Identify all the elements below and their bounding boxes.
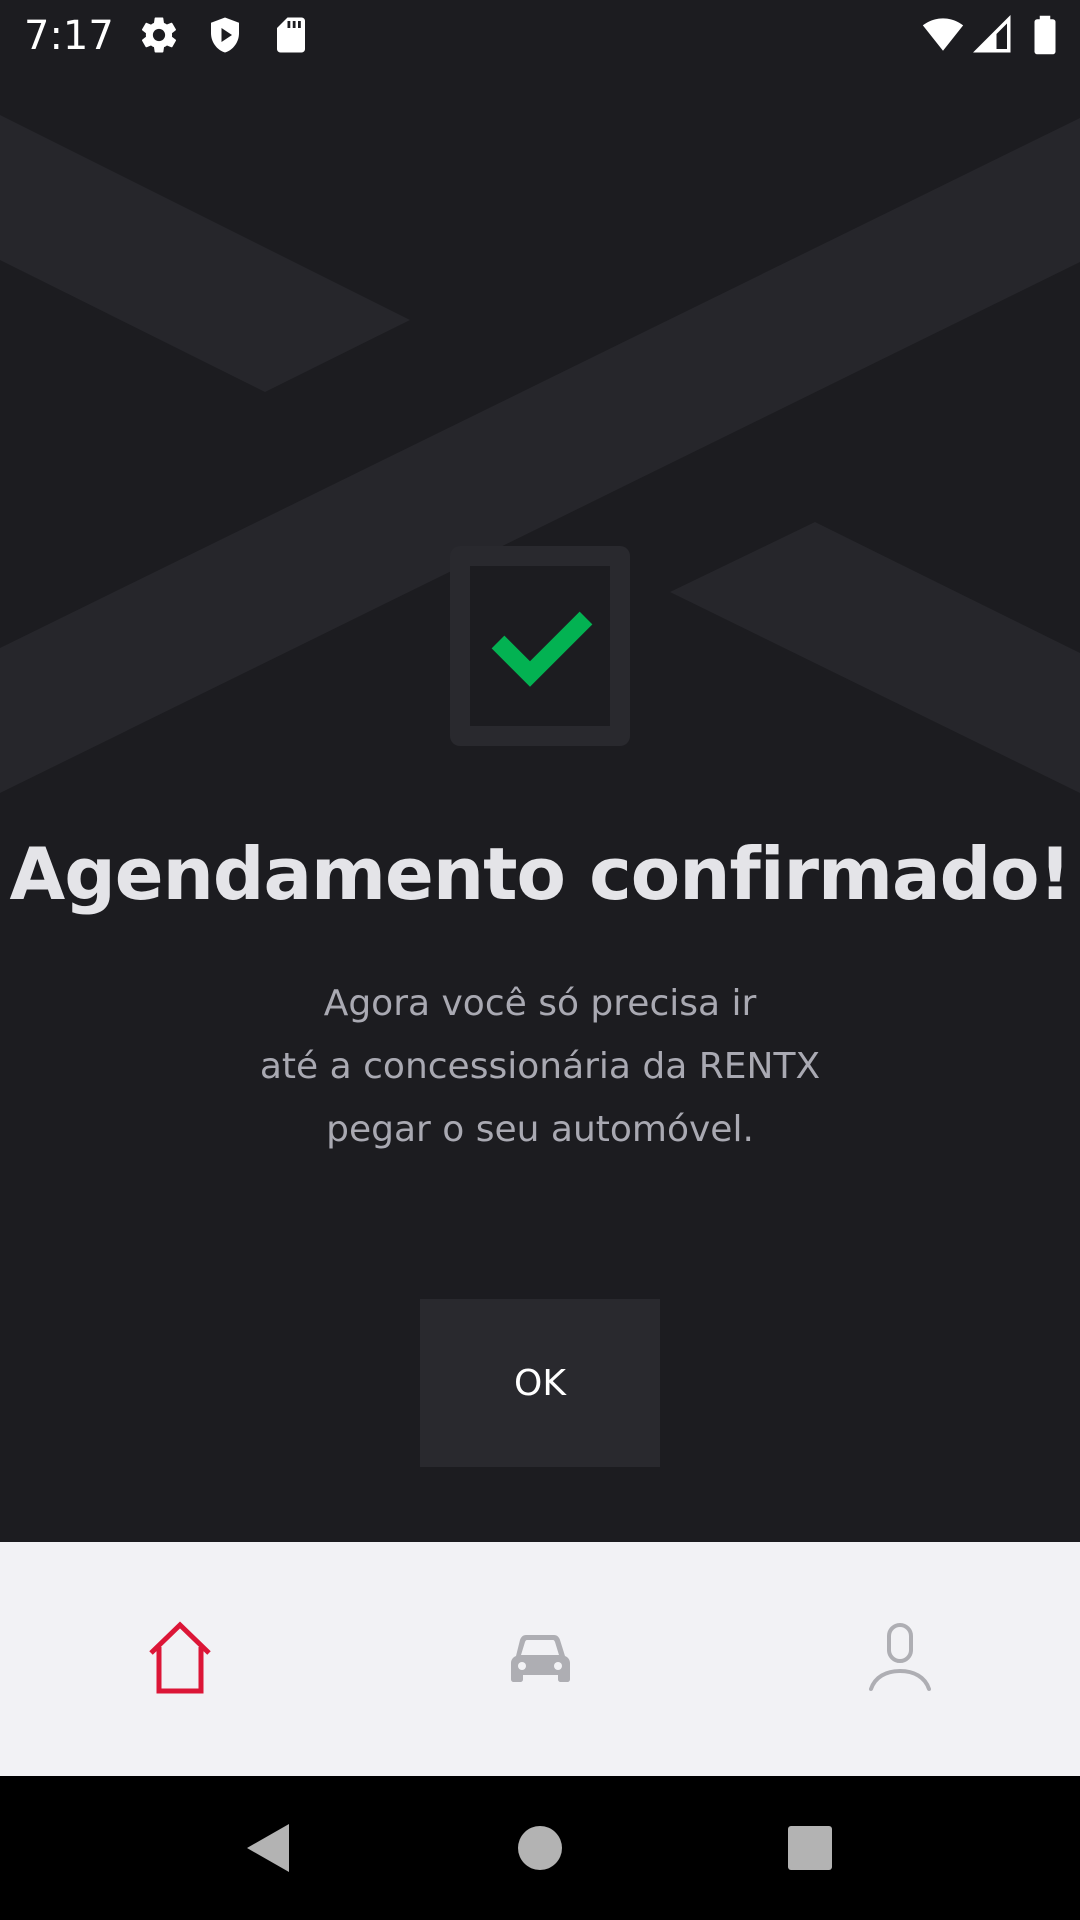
shield-play-icon bbox=[211, 17, 239, 53]
checkmark-icon bbox=[450, 546, 630, 746]
message-line: Agora você só precisa ir bbox=[323, 983, 757, 1024]
recents-icon bbox=[788, 1826, 832, 1870]
user-icon bbox=[869, 1623, 931, 1691]
tab-cars[interactable] bbox=[360, 1542, 720, 1776]
message-line: pegar o seu automóvel. bbox=[326, 1109, 754, 1150]
bottom-tab-bar bbox=[0, 1542, 1080, 1776]
back-icon bbox=[247, 1824, 289, 1872]
car-icon bbox=[511, 1635, 570, 1682]
confirmation-screen: Agendamento confirmado! Agora você só pr… bbox=[0, 0, 1080, 1542]
home-nav-button[interactable] bbox=[450, 1776, 630, 1920]
home-circle-icon bbox=[518, 1826, 562, 1870]
sd-card-icon bbox=[277, 17, 305, 53]
status-bar: 7:17 bbox=[0, 0, 1080, 72]
back-button[interactable] bbox=[178, 1776, 358, 1920]
message-line: até a concessionária da RENTX bbox=[259, 1046, 821, 1087]
gear-icon bbox=[141, 17, 177, 53]
home-icon bbox=[149, 1621, 211, 1694]
recents-button[interactable] bbox=[720, 1776, 900, 1920]
battery-icon bbox=[1034, 15, 1056, 55]
tab-home[interactable] bbox=[0, 1542, 360, 1776]
wifi-icon bbox=[922, 18, 964, 51]
confirmation-title: Agendamento confirmado! bbox=[9, 832, 1072, 916]
android-nav-bar bbox=[0, 1776, 1080, 1920]
ok-button[interactable]: OK bbox=[420, 1299, 660, 1467]
tab-profile[interactable] bbox=[720, 1542, 1080, 1776]
confirmation-message: Agora você só precisa ir até a concessio… bbox=[140, 972, 940, 1161]
status-time: 7:17 bbox=[24, 13, 114, 59]
signal-icon bbox=[973, 15, 1011, 53]
